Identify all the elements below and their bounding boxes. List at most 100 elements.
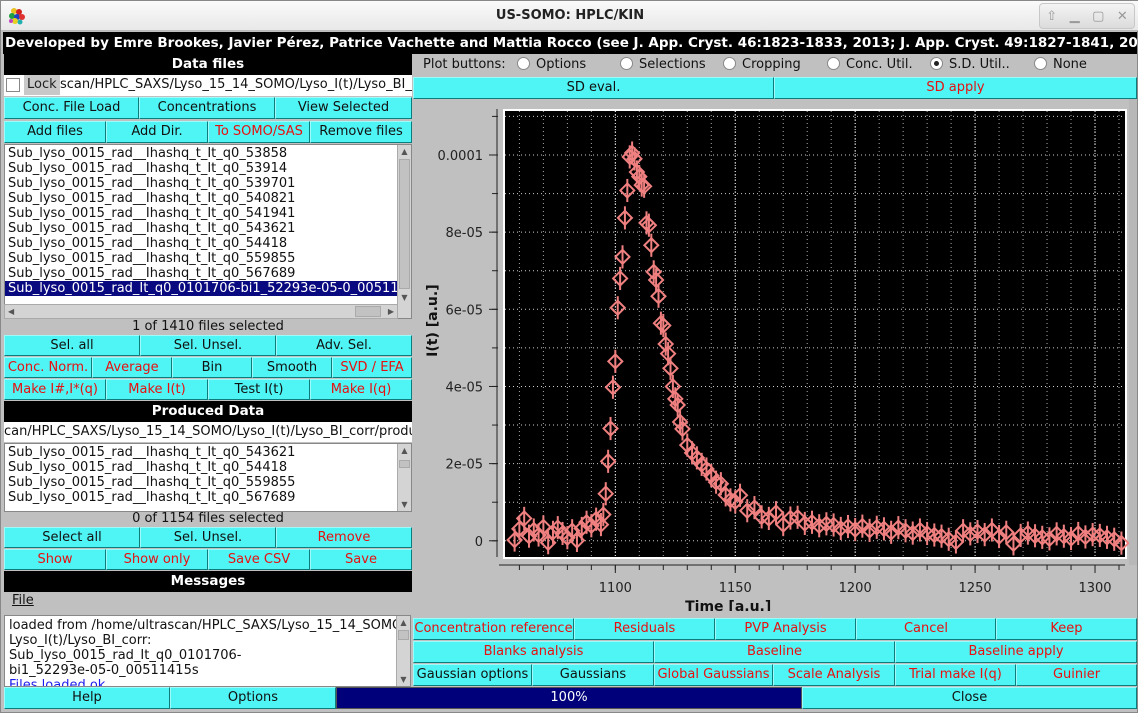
produced-sel-unsel-button[interactable]: Sel. Unsel. — [140, 527, 276, 548]
scroll-down-icon[interactable]: ▼ — [398, 291, 411, 304]
average-button[interactable]: Average — [92, 357, 172, 378]
radio-icon[interactable] — [723, 57, 736, 70]
close-icon[interactable]: ✕ — [1117, 9, 1128, 24]
residuals-button[interactable]: Residuals — [574, 618, 715, 640]
scroll-right-icon[interactable]: ▶ — [388, 305, 394, 318]
scroll-thumb[interactable] — [398, 630, 409, 640]
bin-button[interactable]: Bin — [172, 357, 252, 378]
scale-analysis-button[interactable]: Scale Analysis — [773, 664, 895, 686]
smooth-button[interactable]: Smooth — [252, 357, 332, 378]
produced-data-list[interactable]: Sub_lyso_0015_rad__Ihashq_t_It_q0_543621… — [4, 443, 412, 512]
test-it-button[interactable]: Test I(t) — [208, 379, 310, 400]
view-selected-button[interactable]: View Selected — [275, 97, 412, 119]
select-all-button[interactable]: Select all — [4, 527, 140, 548]
data-files-hscrollbar[interactable]: ◀ ▶ — [4, 304, 398, 319]
radio-conc-util[interactable]: Conc. Util. — [827, 55, 913, 75]
radio-sd-util[interactable]: S.D. Util.. — [930, 55, 1010, 75]
concentration-reference-button[interactable]: Concentration reference — [413, 618, 574, 640]
baseline-button[interactable]: Baseline — [654, 641, 895, 663]
adv-sel-button[interactable]: Adv. Sel. — [276, 335, 412, 356]
radio-icon[interactable] — [620, 57, 633, 70]
global-gaussians-button[interactable]: Global Gaussians — [654, 664, 773, 686]
to-somo-sas-button[interactable]: To SOMO/SAS — [208, 121, 310, 143]
conc-file-load-button[interactable]: Conc. File Load — [4, 97, 139, 119]
scroll-left-icon[interactable]: ◀ — [8, 305, 14, 318]
minimize-icon[interactable]: ▁ — [1070, 9, 1080, 24]
data-file-item[interactable]: Sub_lyso_0015_rad_It_q0_0101706-bi1_5229… — [5, 281, 411, 296]
blanks-analysis-button[interactable]: Blanks analysis — [413, 641, 654, 663]
radio-selections[interactable]: Selections — [620, 55, 706, 75]
sel-all-button[interactable]: Sel. all — [4, 335, 140, 356]
maximize-icon[interactable]: ▢ — [1092, 9, 1104, 24]
radio-icon[interactable] — [517, 57, 530, 70]
remove-files-button[interactable]: Remove files — [310, 121, 412, 143]
concentrations-button[interactable]: Concentrations — [139, 97, 275, 119]
data-file-item[interactable]: Sub_lyso_0015_rad__Ihashq_t_It_q0_541941 — [5, 206, 411, 221]
messages-vscrollbar[interactable]: ▲ ▼ — [396, 616, 410, 686]
produced-data-path[interactable]: can/HPLC_SAXS/Lyso_15_14_SOMO/Lyso_I(t)/… — [4, 422, 412, 442]
scroll-up-icon[interactable]: ▲ — [398, 444, 411, 457]
data-files-path[interactable]: scan/HPLC_SAXS/Lyso_15_14_SOMO/Lyso_I(t)… — [60, 75, 412, 95]
data-file-item[interactable]: Sub_lyso_0015_rad__Ihashq_t_It_q0_543621 — [5, 221, 411, 236]
cancel-button[interactable]: Cancel — [856, 618, 996, 640]
pvp-analysis-button[interactable]: PVP Analysis — [715, 618, 856, 640]
gaussian-options-button[interactable]: Gaussian options — [413, 664, 532, 686]
show-only-button[interactable]: Show only — [106, 549, 208, 570]
make-ihash-istar-q-button[interactable]: Make I#,I*(q) — [4, 379, 106, 400]
data-file-item[interactable]: Sub_lyso_0015_rad__Ihashq_t_It_q0_539701 — [5, 176, 411, 191]
keep-button[interactable]: Keep — [996, 618, 1137, 640]
scroll-thumb[interactable] — [399, 159, 410, 289]
sd-apply-button[interactable]: SD apply — [774, 77, 1137, 99]
scroll-down-icon[interactable]: ▼ — [397, 673, 410, 686]
radio-none-label: None — [1053, 57, 1087, 72]
remove-button[interactable]: Remove — [276, 527, 412, 548]
options-button[interactable]: Options — [170, 687, 336, 709]
data-file-item[interactable]: Sub_lyso_0015_rad__Ihashq_t_It_q0_567689 — [5, 266, 411, 281]
conc-norm-button[interactable]: Conc. Norm. — [4, 357, 92, 378]
hscroll-thumb[interactable] — [355, 306, 381, 317]
radio-icon[interactable] — [827, 57, 840, 70]
data-file-item[interactable]: Sub_lyso_0015_rad__Ihashq_t_It_q0_53914 — [5, 161, 411, 176]
produced-file-item[interactable]: Sub_lyso_0015_rad__Ihashq_t_It_q0_559855 — [5, 475, 411, 490]
make-iq-button[interactable]: Make I(q) — [310, 379, 412, 400]
radio-none[interactable]: None — [1034, 55, 1087, 75]
scroll-down-icon[interactable]: ▼ — [398, 498, 411, 511]
help-button[interactable]: Help — [4, 687, 170, 709]
data-files-list[interactable]: Sub_lyso_0015_rad__Ihashq_t_It_q0_53858 S… — [4, 144, 412, 319]
data-file-item[interactable]: Sub_lyso_0015_rad__Ihashq_t_It_q0_53858 — [5, 146, 411, 161]
show-button[interactable]: Show — [4, 549, 106, 570]
close-button[interactable]: Close — [802, 687, 1137, 709]
scroll-thumb[interactable] — [399, 460, 410, 468]
data-file-item[interactable]: Sub_lyso_0015_rad__Ihashq_t_It_q0_559855 — [5, 251, 411, 266]
baseline-apply-button[interactable]: Baseline apply — [895, 641, 1137, 663]
produced-data-vscrollbar[interactable]: ▲ ▼ — [397, 444, 411, 511]
data-file-item[interactable]: Sub_lyso_0015_rad__Ihashq_t_It_q0_54418 — [5, 236, 411, 251]
radio-cropping[interactable]: Cropping — [723, 55, 801, 75]
produced-file-item[interactable]: Sub_lyso_0015_rad__Ihashq_t_It_q0_567689 — [5, 490, 411, 505]
scroll-up-icon[interactable]: ▲ — [398, 145, 411, 158]
scroll-up-icon[interactable]: ▲ — [397, 616, 410, 629]
add-dir-button[interactable]: Add Dir. — [106, 121, 208, 143]
produced-file-item[interactable]: Sub_lyso_0015_rad__Ihashq_t_It_q0_54418 — [5, 460, 411, 475]
sd-eval-button[interactable]: SD eval. — [413, 77, 774, 99]
radio-options[interactable]: Options — [517, 55, 586, 75]
make-it-button[interactable]: Make I(t) — [106, 379, 208, 400]
add-files-button[interactable]: Add files — [4, 121, 106, 143]
gaussians-button[interactable]: Gaussians — [532, 664, 654, 686]
it-plot[interactable]: 1100 1150 1200 1250 1300 0 2e-05 4e-05 6e-05 8e-0… — [413, 99, 1137, 615]
sel-unsel-button[interactable]: Sel. Unsel. — [140, 335, 276, 356]
shade-icon[interactable]: ⇧ — [1046, 9, 1057, 24]
lock-checkbox[interactable] — [6, 78, 20, 92]
file-menu[interactable]: File — [12, 593, 34, 608]
save-button[interactable]: Save — [310, 549, 412, 570]
guinier-button[interactable]: Guinier — [1016, 664, 1137, 686]
svd-efa-button[interactable]: SVD / EFA — [332, 357, 412, 378]
messages-log[interactable]: loaded from /home/ultrascan/HPLC_SAXS/Ly… — [4, 615, 411, 687]
save-csv-button[interactable]: Save CSV — [208, 549, 310, 570]
produced-file-item[interactable]: Sub_lyso_0015_rad__Ihashq_t_It_q0_543621 — [5, 445, 411, 460]
trial-make-iq-button[interactable]: Trial make I(q) — [895, 664, 1016, 686]
radio-icon[interactable] — [1034, 57, 1047, 70]
radio-selected-icon[interactable] — [930, 57, 943, 70]
data-files-vscrollbar[interactable]: ▲ ▼ — [397, 145, 411, 318]
data-file-item[interactable]: Sub_lyso_0015_rad__Ihashq_t_It_q0_540821 — [5, 191, 411, 206]
